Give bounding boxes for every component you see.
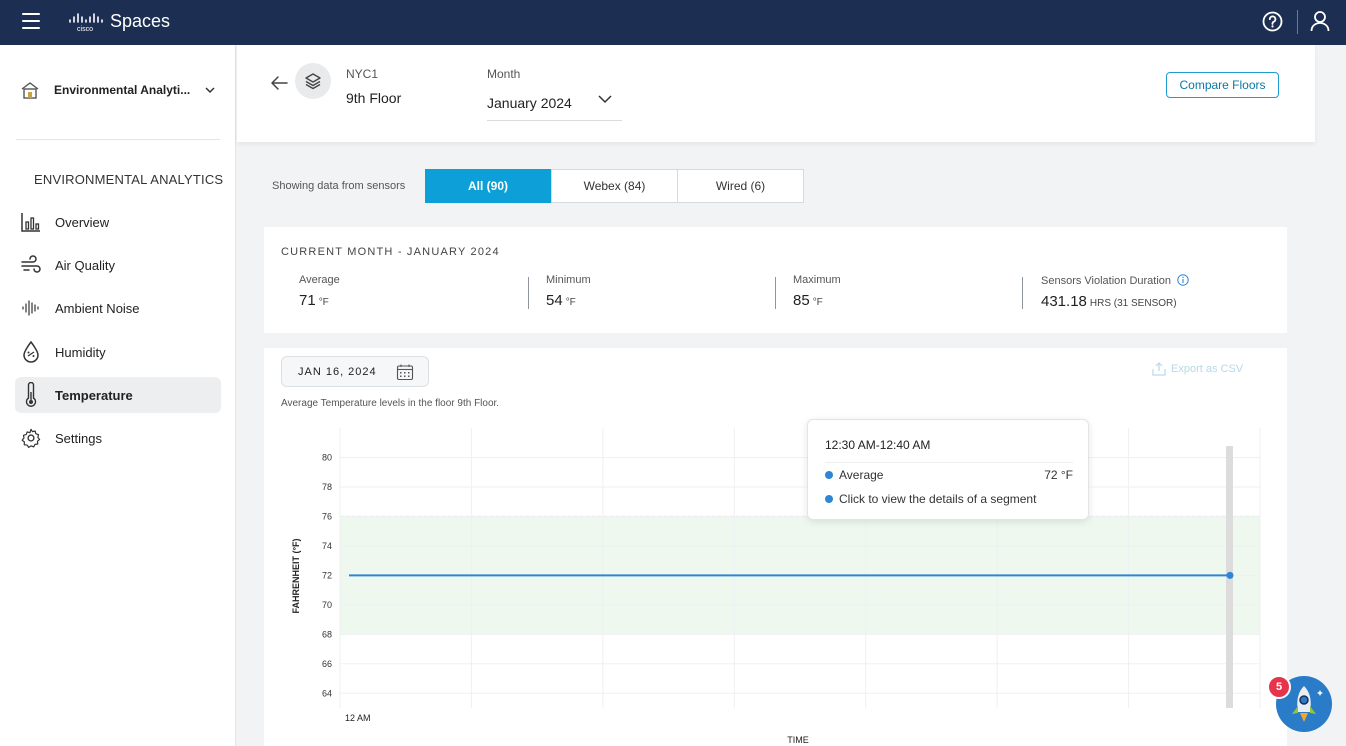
y-tick-label: 76 (322, 511, 332, 521)
stat-value: 54 (546, 292, 563, 309)
y-tick-label: 64 (322, 688, 332, 698)
topbar-divider (1297, 10, 1298, 34)
tooltip-label: Average (839, 468, 884, 482)
stat-value: 71 (299, 292, 316, 309)
filter-wired-button[interactable]: Wired (6) (677, 169, 804, 203)
org-name: Environmental Analyti... (54, 83, 191, 97)
tooltip-divider (825, 462, 1073, 463)
stat-unit: HRS (31 SENSOR) (1089, 298, 1177, 309)
y-tick-label: 70 (322, 600, 332, 610)
floor-name: 9th Floor (346, 90, 402, 106)
month-dropdown[interactable]: January 2024 (487, 85, 622, 121)
back-arrow-icon[interactable] (270, 75, 288, 91)
top-bar: cisco Spaces (0, 0, 1346, 45)
sidebar-item-label: Air Quality (55, 257, 115, 273)
sensor-filter-label: Showing data from sensors (272, 180, 406, 192)
stat-divider (775, 277, 776, 309)
wind-icon (21, 254, 41, 276)
sidebar-item-overview[interactable]: Overview (15, 204, 221, 240)
stat-divider (528, 277, 529, 309)
stat-unit: °F (318, 297, 329, 308)
tooltip-title: 12:30 AM-12:40 AM (825, 438, 931, 452)
stat-value: 431.18 (1041, 293, 1087, 310)
sidebar-item-label: Humidity (55, 344, 106, 360)
sidebar-item-air-quality[interactable]: Air Quality (15, 247, 221, 283)
stat-unit: °F (565, 297, 576, 308)
building-icon (21, 82, 39, 99)
cisco-logo: cisco (69, 13, 103, 32)
stat-violation-duration: Sensors Violation Duration 431.18 HRS (31… (1041, 274, 1189, 310)
x-tick-label: 12 AM (345, 713, 371, 723)
y-tick-label: 68 (322, 629, 332, 639)
filter-all-button[interactable]: All (90) (425, 169, 551, 203)
stat-average: Average 71 °F (299, 274, 340, 309)
stat-label: Maximum (793, 274, 841, 286)
sidebar-item-settings[interactable]: Settings (15, 420, 221, 456)
chevron-down-icon (205, 87, 215, 94)
floor-layers-icon (295, 63, 331, 99)
svg-text:cisco: cisco (77, 26, 93, 32)
floor-header: NYC1 9th Floor Month January 2024 Compar… (237, 45, 1315, 142)
tooltip-row-hint: Click to view the details of a segment (825, 492, 1073, 506)
sidebar-section-title: ENVIRONMENTAL ANALYTICS (34, 172, 224, 187)
sidebar-item-label: Ambient Noise (55, 300, 140, 316)
sidebar-item-temperature[interactable]: Temperature (15, 377, 221, 413)
stat-minimum: Minimum 54 °F (546, 274, 591, 309)
tooltip-value: 72 °F (1044, 468, 1073, 482)
sidebar-item-label: Settings (55, 430, 102, 446)
stats-title: CURRENT MONTH - JANUARY 2024 (281, 246, 500, 258)
temperature-chart-card: JAN 16, 2024 Export as CSV Average Tempe… (264, 348, 1287, 746)
org-switcher[interactable]: Environmental Analyti... (20, 79, 216, 101)
sidebar: Environmental Analyti... ENVIRONMENTAL A… (0, 45, 236, 746)
y-axis-label: FAHRENHEIT (°F) (291, 538, 301, 613)
chevron-down-icon (598, 95, 612, 104)
stat-label: Average (299, 274, 340, 286)
series-point (1226, 571, 1234, 579)
series-dot (825, 471, 833, 479)
stat-label: Minimum (546, 274, 591, 286)
thermometer-icon (21, 382, 41, 407)
monthly-stats-card: CURRENT MONTH - JANUARY 2024 Average 71 °… (264, 227, 1287, 333)
stat-divider (1022, 277, 1023, 309)
sidebar-item-label: Temperature (55, 387, 133, 403)
sound-wave-icon (21, 297, 41, 319)
sidebar-divider (16, 139, 220, 140)
tooltip-row-average: Average 72 °F (825, 468, 1073, 482)
y-tick-label: 74 (322, 541, 332, 551)
gear-icon (21, 427, 41, 449)
y-tick-label: 72 (322, 570, 332, 580)
temperature-line-chart[interactable]: 64 66 68 70 72 74 76 78 80 FAHRENHEIT (°F) 12 AM TI… (264, 348, 1287, 746)
chart-tooltip: 12:30 AM-12:40 AM Average 72 °F Click to… (807, 419, 1089, 520)
y-tick-label: 66 (322, 659, 332, 669)
tooltip-label: Click to view the details of a segment (839, 492, 1037, 506)
y-tick-label: 78 (322, 482, 332, 492)
site-name: NYC1 (346, 67, 379, 81)
compare-floors-button[interactable]: Compare Floors (1166, 72, 1279, 98)
month-value: January 2024 (487, 95, 572, 111)
filter-webex-button[interactable]: Webex (84) (551, 169, 678, 203)
info-icon[interactable] (1177, 274, 1189, 286)
sidebar-item-humidity[interactable]: Humidity (15, 334, 221, 370)
sidebar-item-ambient-noise[interactable]: Ambient Noise (15, 290, 221, 326)
user-icon[interactable] (1310, 10, 1330, 32)
stat-value: 85 (793, 292, 810, 309)
app-title: Spaces (110, 11, 171, 31)
stat-maximum: Maximum 85 °F (793, 274, 841, 309)
droplet-icon (21, 341, 41, 363)
stat-label: Sensors Violation Duration (1041, 275, 1172, 287)
help-icon[interactable] (1262, 11, 1283, 32)
sidebar-item-label: Overview (55, 214, 110, 230)
notification-badge: 5 (1267, 675, 1291, 699)
stat-unit: °F (812, 297, 823, 308)
menu-icon[interactable] (22, 13, 40, 29)
x-axis-label: TIME (787, 735, 809, 745)
overview-chart-icon (21, 211, 41, 233)
y-tick-label: 80 (322, 452, 332, 462)
month-label: Month (487, 67, 521, 81)
series-dot (825, 495, 833, 503)
